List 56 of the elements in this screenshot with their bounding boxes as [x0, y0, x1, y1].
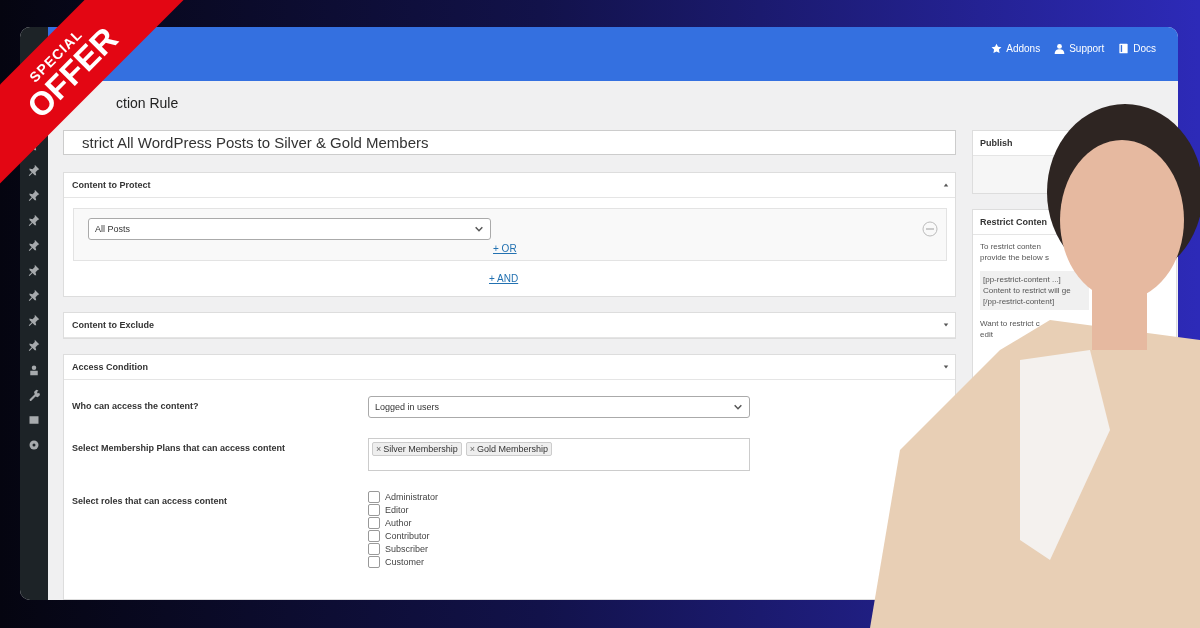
add-or-link[interactable]: + OR: [493, 243, 517, 254]
top-bar-link[interactable]: Support: [1054, 43, 1105, 54]
dropdown[interactable]: Logged in users: [368, 396, 750, 418]
help-text: To restrict conten: [980, 241, 1041, 252]
field-label: Who can access the content?: [72, 400, 200, 413]
top-bar-link[interactable]: Addons: [991, 43, 1041, 54]
pin-icon: [28, 189, 40, 201]
help-text: edit: [980, 329, 993, 340]
wrench-icon: [28, 389, 40, 401]
checkbox-label: Editor: [385, 505, 409, 515]
checkbox-label: Customer: [385, 557, 424, 567]
help-text: provide the below s: [980, 252, 1049, 263]
remove-tag-button[interactable]: ×: [469, 444, 476, 454]
add-and-link[interactable]: + AND: [489, 273, 519, 284]
tag-chip[interactable]: × Silver Membership: [372, 442, 462, 456]
minus-circle-icon: [922, 221, 938, 237]
remove-tag-button[interactable]: ×: [376, 444, 382, 454]
pin-icon: [28, 164, 40, 176]
field-label: Select roles that can access content: [72, 495, 229, 508]
tag-chip[interactable]: × Gold Membership: [465, 442, 553, 456]
user-icon: [28, 364, 40, 376]
pin-icon: [28, 264, 40, 276]
code-line: [pp-restrict-content ...]: [983, 274, 1061, 285]
help-text: Want to restrict c: [980, 318, 1040, 329]
checkbox[interactable]: [368, 517, 380, 529]
panel-header[interactable]: Content to Protect: [64, 173, 955, 198]
panel-header[interactable]: Access Condition: [64, 355, 955, 380]
panel-header[interactable]: Content to Exclude: [64, 313, 955, 338]
checkbox-label: Author: [385, 518, 412, 528]
pin-icon: [28, 314, 40, 326]
checkbox[interactable]: [368, 491, 380, 503]
multi-select-field[interactable]: × Silver Membership × Gold Membership: [368, 438, 750, 471]
checkbox[interactable]: [368, 543, 380, 555]
gear-icon: [28, 439, 40, 451]
top-bar-link[interactable]: Docs: [1118, 43, 1156, 54]
chevron-down-icon: [474, 224, 484, 234]
checkbox-label: Subscriber: [385, 544, 429, 554]
pin-icon: [28, 339, 40, 351]
book-icon: [1118, 43, 1130, 54]
chevron-down-icon: [733, 402, 743, 412]
pin-icon: [28, 214, 40, 226]
checkbox[interactable]: [368, 530, 380, 542]
pin-icon: [28, 239, 40, 251]
field-label: Select Membership Plans that can access content: [72, 442, 287, 455]
checkbox-label: Administrator: [385, 492, 438, 502]
checkbox[interactable]: [368, 556, 380, 568]
image-icon: [28, 414, 40, 426]
code-line: [/pp-restrict-content]: [983, 296, 1055, 307]
title-field[interactable]: strict All WordPress Posts to Silver & Gold Members: [63, 130, 956, 155]
checkbox[interactable]: [368, 504, 380, 516]
pin-icon: [28, 289, 40, 301]
checkbox-label: Contributor: [385, 531, 430, 541]
person-icon: [1054, 43, 1066, 54]
star-icon: [991, 43, 1003, 54]
code-line: Content to restrict will ge: [983, 285, 1071, 296]
dropdown[interactable]: All Posts: [88, 218, 491, 240]
